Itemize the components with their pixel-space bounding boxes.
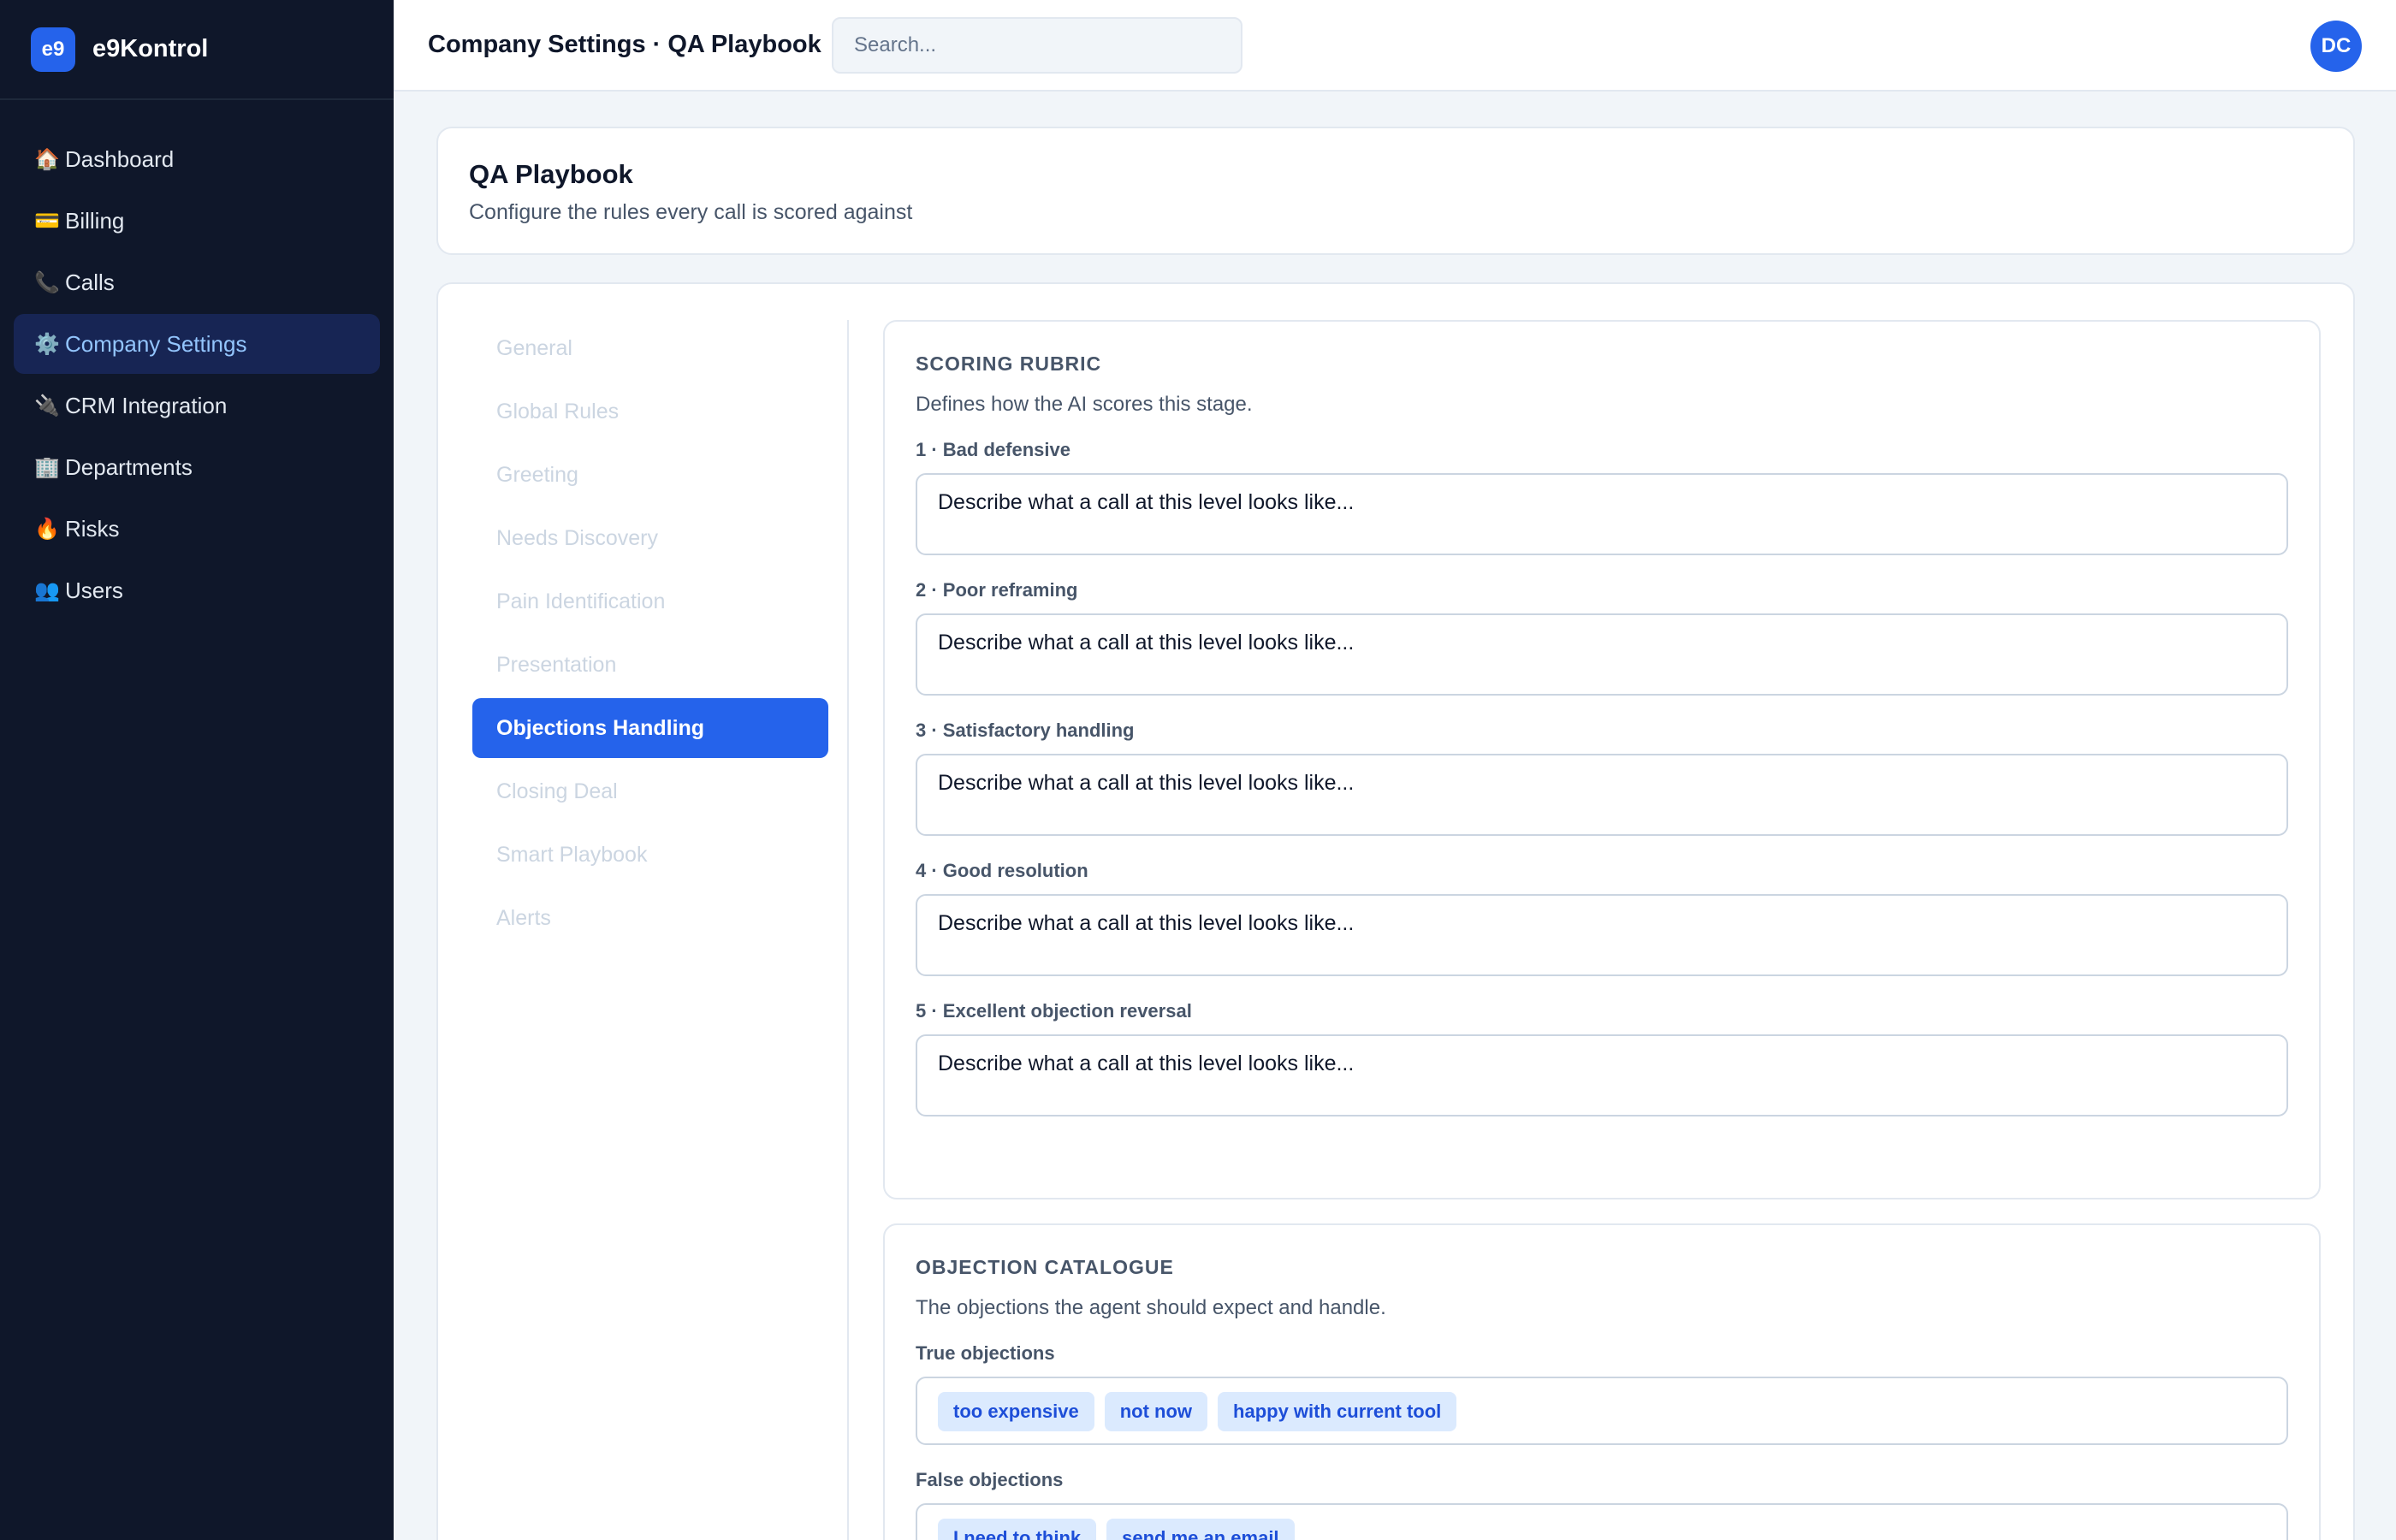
objection-chip[interactable]: I need to think bbox=[938, 1519, 1097, 1540]
section-description: Defines how the AI scores this stage. bbox=[916, 393, 1253, 416]
sidebar-item-dashboard[interactable]: 🏠 Dashboard bbox=[14, 129, 380, 189]
rubric-level-2-textarea[interactable]: Describe what a call at this level looks… bbox=[916, 613, 2288, 696]
topbar: Company Settings · QA Playbook DC bbox=[394, 0, 2396, 92]
sidebar-item-users[interactable]: 👥 Users bbox=[14, 560, 380, 620]
playbook-subtitle: Configure the rules every call is scored… bbox=[469, 200, 913, 224]
rubric-level-label: 2 · Poor reframing bbox=[916, 579, 1078, 601]
objection-chip[interactable]: send me an email bbox=[1106, 1519, 1295, 1540]
sidebar-nav: 🏠 Dashboard 💳 Billing 📞 Calls ⚙️ Company… bbox=[0, 100, 394, 620]
stage-list: General Global Rules Greeting Needs Disc… bbox=[472, 318, 828, 951]
false-objections-input[interactable]: I need to think send me an email bbox=[916, 1503, 2288, 1540]
playbook-header-card: QA Playbook Configure the rules every ca… bbox=[436, 127, 2355, 255]
stage-tab-pain-identification[interactable]: Pain Identification bbox=[472, 572, 828, 631]
sidebar-item-calls[interactable]: 📞 Calls bbox=[14, 252, 380, 312]
building-icon: 🏢 bbox=[34, 455, 60, 479]
rubric-level-label: 3 · Satisfactory handling bbox=[916, 720, 1135, 741]
objection-chip[interactable]: not now bbox=[1104, 1392, 1208, 1431]
sidebar-item-billing[interactable]: 💳 Billing bbox=[14, 191, 380, 251]
house-icon: 🏠 bbox=[34, 147, 60, 171]
sidebar-item-label: Users bbox=[65, 577, 123, 603]
rubric-level-4-textarea[interactable]: Describe what a call at this level looks… bbox=[916, 894, 2288, 976]
section-description: The objections the agent should expect a… bbox=[916, 1296, 1386, 1319]
sidebar-item-label: Dashboard bbox=[65, 145, 175, 172]
sidebar-item-company-settings[interactable]: ⚙️ Company Settings bbox=[14, 314, 380, 374]
sidebar-item-departments[interactable]: 🏢 Departments bbox=[14, 437, 380, 497]
sidebar-item-label: Billing bbox=[65, 207, 125, 234]
brand[interactable]: e9 e9Kontrol bbox=[0, 0, 394, 100]
objection-chip[interactable]: too expensive bbox=[938, 1392, 1094, 1431]
rubric-level-5-textarea[interactable]: Describe what a call at this level looks… bbox=[916, 1034, 2288, 1116]
objection-chip[interactable]: happy with current tool bbox=[1218, 1392, 1457, 1431]
phone-icon: 📞 bbox=[34, 270, 60, 294]
rubric-level-1-textarea[interactable]: Describe what a call at this level looks… bbox=[916, 473, 2288, 555]
section-title: OBJECTION CATALOGUE bbox=[916, 1256, 1174, 1278]
rubric-level-3-textarea[interactable]: Describe what a call at this level looks… bbox=[916, 754, 2288, 836]
sidebar-item-crm-integration[interactable]: 🔌 CRM Integration bbox=[14, 376, 380, 435]
rubric-level-label: 5 · Excellent objection reversal bbox=[916, 1000, 1192, 1022]
section-title: SCORING RUBRIC bbox=[916, 352, 1102, 375]
search-input[interactable] bbox=[832, 17, 1242, 74]
stage-tab-alerts[interactable]: Alerts bbox=[472, 888, 828, 948]
objection-catalogue-section: OBJECTION CATALOGUE The objections the a… bbox=[883, 1223, 2321, 1540]
rubric-level-label: 4 · Good resolution bbox=[916, 860, 1088, 881]
stage-tab-general[interactable]: General bbox=[472, 318, 828, 378]
playbook-title: QA Playbook bbox=[469, 159, 633, 189]
sidebar-item-label: Risks bbox=[65, 515, 120, 542]
playbook-editor-card: General Global Rules Greeting Needs Disc… bbox=[436, 282, 2355, 1540]
brand-name: e9Kontrol bbox=[92, 35, 209, 62]
stage-tab-needs-discovery[interactable]: Needs Discovery bbox=[472, 508, 828, 568]
stage-tab-presentation[interactable]: Presentation bbox=[472, 635, 828, 695]
sidebar-item-label: Departments bbox=[65, 453, 193, 480]
plug-icon: 🔌 bbox=[34, 394, 60, 418]
stage-tab-smart-playbook[interactable]: Smart Playbook bbox=[472, 825, 828, 885]
stage-tab-closing-deal[interactable]: Closing Deal bbox=[472, 761, 828, 821]
stage-tab-greeting[interactable]: Greeting bbox=[472, 445, 828, 505]
false-objections-label: False objections bbox=[916, 1469, 1064, 1490]
true-objections-input[interactable]: too expensive not now happy with current… bbox=[916, 1377, 2288, 1445]
users-icon: 👥 bbox=[34, 578, 60, 602]
credit-card-icon: 💳 bbox=[34, 209, 60, 233]
avatar[interactable]: DC bbox=[2310, 21, 2362, 72]
sidebar-item-risks[interactable]: 🔥 Risks bbox=[14, 499, 380, 559]
sidebar-item-label: CRM Integration bbox=[65, 392, 228, 418]
scoring-rubric-section: SCORING RUBRIC Defines how the AI scores… bbox=[883, 320, 2321, 1199]
sidebar: e9 e9Kontrol 🏠 Dashboard 💳 Billing 📞 Cal… bbox=[0, 0, 394, 1540]
gear-icon: ⚙️ bbox=[34, 332, 60, 356]
stage-tab-objections-handling[interactable]: Objections Handling bbox=[472, 698, 828, 758]
brand-logo: e9 bbox=[31, 27, 75, 72]
sidebar-item-label: Company Settings bbox=[65, 330, 247, 357]
stage-divider bbox=[847, 320, 849, 1540]
fire-icon: 🔥 bbox=[34, 517, 60, 541]
page-title: Company Settings · QA Playbook bbox=[428, 31, 821, 58]
true-objections-label: True objections bbox=[916, 1342, 1055, 1364]
rubric-level-label: 1 · Bad defensive bbox=[916, 439, 1070, 460]
stage-tab-global-rules[interactable]: Global Rules bbox=[472, 382, 828, 441]
sidebar-item-label: Calls bbox=[65, 269, 115, 295]
